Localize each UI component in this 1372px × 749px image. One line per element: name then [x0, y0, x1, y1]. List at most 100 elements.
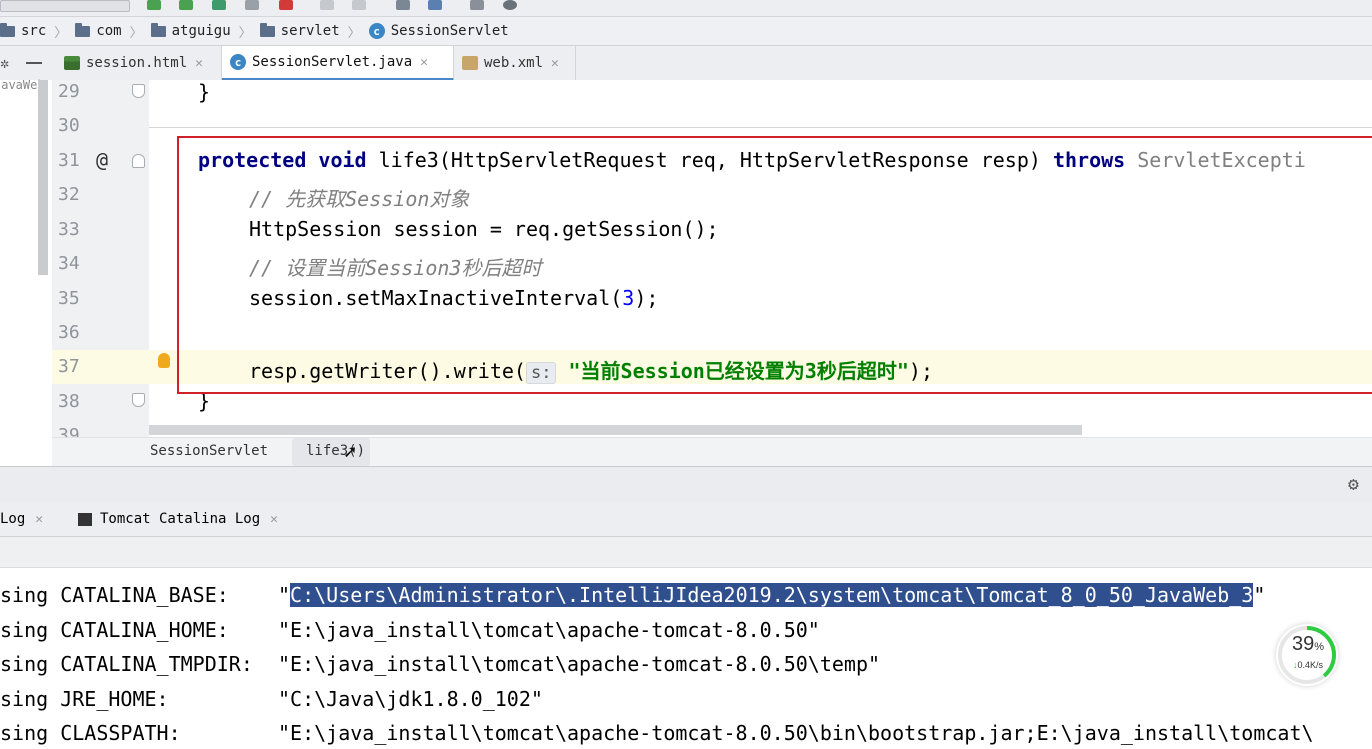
net-speed: ↓0.4K/s — [1286, 660, 1330, 670]
breadcrumb: src 〉 com 〉 atguigu 〉 servlet 〉 c Sessio… — [0, 17, 1372, 46]
horizontal-scrollbar[interactable] — [149, 425, 1082, 435]
structure-breadcrumb: SessionServlet life3() ➚ — [52, 437, 1372, 466]
chevron-right-icon: 〉 — [129, 25, 143, 41]
speed-value: 0.4K/s — [1297, 660, 1323, 670]
lightbulb-icon[interactable] — [158, 353, 170, 368]
line-number: 36 — [58, 322, 80, 343]
code-line-29: } — [198, 80, 211, 104]
breadcrumb-com[interactable]: com — [71, 22, 125, 39]
close-icon[interactable]: ✕ — [195, 56, 203, 71]
breadcrumb-label: atguigu — [171, 23, 231, 39]
search-icon[interactable] — [503, 0, 517, 10]
run-toolwindow-header: ⚙ — [0, 466, 1372, 504]
class-c-icon: c — [368, 23, 385, 39]
breadcrumb-label: servlet — [280, 23, 340, 39]
java-class-icon: c — [230, 54, 246, 70]
gear-icon[interactable]: ⚙ — [1348, 474, 1359, 495]
quote: " — [1253, 583, 1266, 607]
breadcrumb-servlet[interactable]: servlet — [256, 22, 344, 39]
console-key: sing JRE_HOME: — [0, 687, 169, 711]
breadcrumb-sessionservlet[interactable]: c SessionServlet — [365, 23, 513, 39]
breadcrumb-atguigu[interactable]: atguigu — [147, 22, 235, 39]
package-folder-icon — [259, 22, 275, 37]
line-number: 30 — [58, 115, 80, 136]
update-icon[interactable] — [352, 0, 366, 10]
package-folder-icon — [150, 22, 166, 37]
html-file-icon — [64, 56, 80, 70]
gear-icon[interactable]: ✲ — [0, 54, 14, 72]
line-number: 29 — [58, 81, 80, 102]
main-toolbar — [0, 0, 1372, 17]
editor-tab-bar: ✲ session.html ✕ c SessionServlet.java ✕… — [0, 46, 1372, 81]
tab-label: Log — [0, 511, 26, 527]
selected-text[interactable]: C:\Users\Administrator\.IntelliJIdea2019… — [290, 583, 1254, 607]
override-marker-icon[interactable]: @ — [96, 148, 108, 172]
close-icon[interactable]: ✕ — [420, 55, 428, 70]
breadcrumb-label: SessionServlet — [390, 23, 509, 39]
coverage-icon[interactable] — [212, 0, 226, 10]
tab-session-html[interactable]: session.html ✕ — [56, 46, 222, 80]
tab-label: SessionServlet.java — [252, 54, 413, 70]
breadcrumb-label: src — [21, 23, 47, 39]
build-icon[interactable] — [320, 0, 334, 10]
stop-icon[interactable] — [279, 0, 293, 10]
console-value: "E:\java_install\tomcat\apache-tomcat-8.… — [278, 618, 820, 642]
close-icon[interactable]: ✕ — [35, 512, 43, 527]
console-key: sing CATALINA_BASE: — [0, 583, 229, 607]
line-number: 39 — [58, 425, 80, 437]
chevron-right-icon: 〉 — [54, 25, 68, 41]
line-number: 32 — [58, 184, 80, 205]
tab-label: Tomcat Catalina Log — [100, 511, 261, 527]
quote: " — [278, 583, 291, 607]
highlight-box — [177, 136, 1372, 394]
fold-start-icon[interactable] — [132, 154, 145, 168]
chevron-right-icon: 〉 — [347, 25, 361, 41]
line-number: 38 — [58, 391, 80, 412]
wrench-icon[interactable] — [396, 0, 410, 10]
project-structure-icon[interactable] — [428, 0, 442, 10]
tab-web-xml[interactable]: web.xml ✕ — [454, 46, 576, 80]
console-icon — [78, 512, 92, 526]
console-key: sing CATALINA_TMPDIR: — [0, 652, 253, 676]
fold-end-icon[interactable] — [132, 393, 145, 407]
close-icon[interactable]: ✕ — [270, 512, 278, 527]
tab-label: session.html — [86, 55, 188, 71]
tab-sessionservlet-java[interactable]: c SessionServlet.java ✕ — [222, 46, 454, 81]
line-number: 37 — [58, 356, 80, 377]
console-key: sing CLASSPATH: — [0, 721, 181, 745]
console-line: sing CATALINA_BASE: — [0, 583, 229, 607]
package-folder-icon — [75, 22, 91, 37]
project-scrollbar[interactable] — [38, 80, 48, 275]
console-value: "E:\java_install\tomcat\apache-tomcat-8.… — [278, 652, 881, 676]
structure-method[interactable]: life3() — [306, 443, 365, 459]
percent-value: 39 — [1291, 633, 1315, 655]
line-number: 31 — [58, 150, 80, 171]
breadcrumb-src[interactable]: src — [0, 22, 50, 39]
run-icon[interactable] — [147, 0, 161, 10]
console-value: "E:\java_install\tomcat\apache-tomcat-8.… — [278, 721, 1314, 745]
minimize-icon[interactable] — [26, 62, 42, 64]
breadcrumb-label: com — [96, 23, 122, 39]
console-value: "C:\Java\jdk1.8.0_102" — [278, 687, 543, 711]
folder-icon — [0, 22, 15, 37]
run-config-dropdown[interactable] — [0, 0, 130, 12]
chevron-right-icon: 〉 — [238, 25, 252, 41]
mouse-cursor-icon: ➚ — [344, 440, 357, 464]
line-number: 35 — [58, 288, 80, 309]
network-monitor-badge[interactable]: 39% ↓0.4K/s — [1276, 624, 1338, 686]
method-separator — [149, 127, 1372, 128]
tab-tomcat-catalina-log[interactable]: Tomcat Catalina Log ✕ — [78, 511, 278, 527]
log-tab-bar: Log ✕ Tomcat Catalina Log ✕ — [0, 503, 1372, 537]
tab-log[interactable]: Log ✕ — [0, 511, 43, 527]
console-toolbar — [0, 537, 1372, 568]
close-icon[interactable]: ✕ — [551, 56, 559, 71]
debug-icon[interactable] — [179, 0, 193, 10]
fold-end-icon[interactable] — [132, 84, 145, 98]
tab-label: web.xml — [484, 55, 544, 71]
net-percent: 39% — [1286, 633, 1330, 656]
profile-icon[interactable] — [245, 0, 259, 10]
structure-class[interactable]: SessionServlet — [150, 443, 268, 459]
percent-sign: % — [1314, 641, 1325, 653]
terminal-icon[interactable] — [470, 0, 484, 10]
console-key: sing CATALINA_HOME: — [0, 618, 229, 642]
